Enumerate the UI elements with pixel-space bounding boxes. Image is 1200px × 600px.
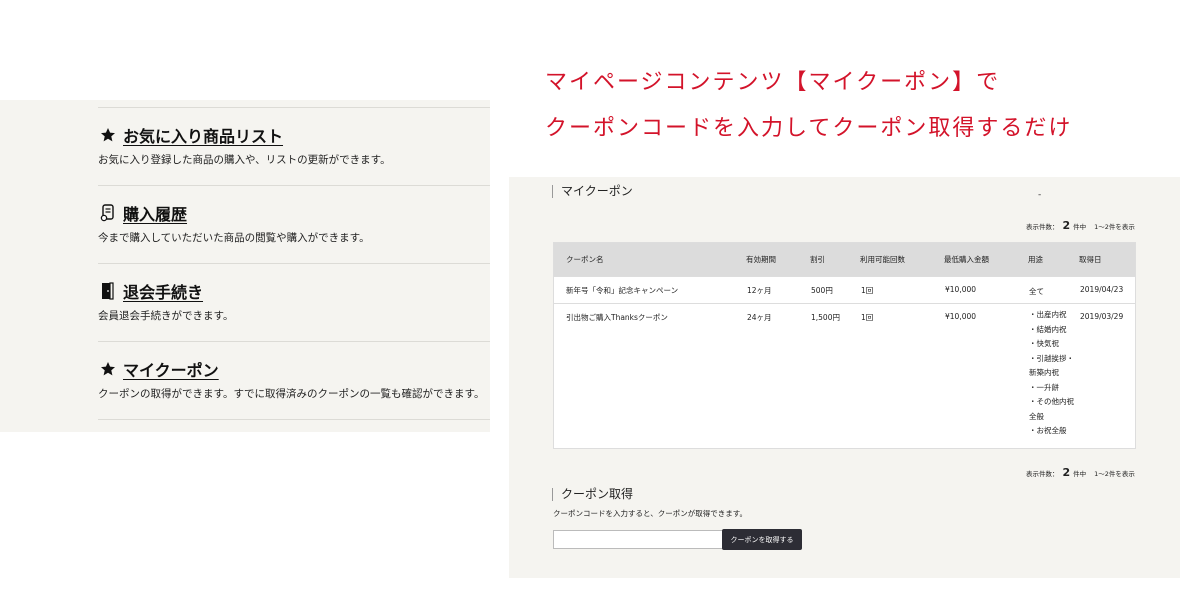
menu-item-desc: 会員退会手続きができます。 — [98, 310, 234, 322]
col-header-discount: 割引 — [810, 242, 860, 277]
coupon-table: クーポン名 有効期間 割引 利用可能回数 最低購入金額 用途 取得日 新年号「令… — [553, 242, 1136, 449]
count-range: 1～2件を表示 — [1094, 470, 1135, 478]
col-header-date: 取得日 — [1079, 242, 1136, 277]
coupon-name: 引出物ご購入Thanksクーポン — [553, 303, 746, 449]
menu-item-my-coupon[interactable]: マイクーポン クーポンの取得ができます。すでに取得済みのクーポンの一覧も確認がで… — [98, 341, 490, 420]
divider — [98, 419, 490, 420]
coupon-usage: ・出産内祝 ・結婚内祝 ・快気祝 ・引越挨拶・ 新築内祝 ・一升餅 ・その他内祝… — [1028, 303, 1079, 449]
star-icon — [98, 359, 118, 379]
result-count-bottom: 表示件数： 2 件中 1～2件を表示 — [1026, 466, 1135, 479]
count-label: 表示件数： — [1026, 223, 1059, 231]
col-header-name: クーポン名 — [553, 242, 746, 277]
table-header-row: クーポン名 有効期間 割引 利用可能回数 最低購入金額 用途 取得日 — [553, 242, 1136, 277]
count-number: 2 — [1062, 219, 1071, 232]
count-suffix: 件中 — [1073, 223, 1087, 231]
menu-item-favorites[interactable]: お気に入り商品リスト お気に入り登録した商品の購入や、リストの更新ができます。 — [98, 107, 490, 186]
usage-item: 全て — [1029, 287, 1044, 296]
col-header-period: 有効期間 — [746, 242, 810, 277]
col-header-min-amount: 最低購入金額 — [944, 242, 1028, 277]
get-coupon-button[interactable]: クーポンを取得する — [722, 529, 802, 550]
coupon-name: 新年号「令和」記念キャンペーン — [553, 276, 746, 304]
receipt-icon — [98, 203, 118, 223]
coupon-acquire-desc: クーポンコードを入力すると、クーポンが取得できます。 — [553, 509, 747, 518]
coupon-discount: 500円 — [810, 276, 860, 304]
usage-item: ・引越挨拶・ — [1029, 353, 1074, 363]
menu-item-purchase-history[interactable]: 購入履歴 今まで購入していただいた商品の閲覧や購入ができます。 — [98, 185, 490, 264]
coupon-date: 2019/04/23 — [1079, 276, 1136, 304]
caption-line-1: マイページコンテンツ【マイクーポン】で — [545, 70, 1001, 95]
menu-item-title[interactable]: お気に入り商品リスト — [123, 123, 283, 147]
caption-line-2: クーポンコードを入力してクーポン取得するだけ — [545, 116, 1073, 141]
star-icon — [98, 125, 118, 145]
door-icon — [98, 281, 118, 301]
count-label: 表示件数： — [1026, 470, 1059, 478]
count-suffix: 件中 — [1073, 470, 1087, 478]
count-number: 2 — [1062, 466, 1071, 479]
coupon-uses: 1回 — [860, 276, 944, 304]
coupon-period: 12ヶ月 — [746, 276, 810, 304]
menu-item-title[interactable]: マイクーポン — [123, 357, 219, 381]
table-row: 引出物ご購入Thanksクーポン 24ヶ月 1,500円 1回 ¥10,000 … — [553, 303, 1136, 449]
usage-item: ・その他内祝 — [1029, 397, 1074, 406]
result-count-top: 表示件数： 2 件中 1～2件を表示 — [1026, 219, 1135, 232]
coupon-period: 24ヶ月 — [746, 303, 810, 449]
coupon-date: 2019/03/29 — [1079, 303, 1136, 449]
menu-item-desc: お気に入り登録した商品の購入や、リストの更新ができます。 — [98, 154, 391, 166]
dash-mark: - — [1038, 190, 1042, 200]
usage-item: ・お祝全般 — [1029, 426, 1067, 435]
usage-item: ・一升餅 — [1029, 382, 1059, 392]
coupon-min-amount: ¥10,000 — [944, 276, 1028, 304]
coupon-min-amount: ¥10,000 — [944, 303, 1028, 449]
coupon-acquire-title: クーポン取得 — [552, 488, 633, 501]
menu-item-desc: クーポンの取得ができます。すでに取得済みのクーポンの一覧も確認ができます。 — [98, 388, 485, 400]
menu-item-title[interactable]: 退会手続き — [123, 279, 203, 303]
my-coupon-title: マイクーポン — [552, 185, 633, 198]
col-header-uses: 利用可能回数 — [860, 242, 944, 277]
count-range: 1～2件を表示 — [1094, 223, 1135, 231]
col-header-usage: 用途 — [1028, 242, 1079, 277]
coupon-uses: 1回 — [860, 303, 944, 449]
usage-item: 新築内祝 — [1029, 368, 1059, 377]
usage-item: ・結婚内祝 — [1029, 324, 1067, 334]
coupon-usage: 全て — [1028, 276, 1079, 304]
usage-item: ・出産内祝 — [1029, 310, 1067, 319]
coupon-code-input[interactable] — [553, 530, 725, 549]
usage-item: ・快気祝 — [1029, 339, 1059, 348]
usage-item: 全般 — [1029, 411, 1044, 421]
menu-item-withdrawal[interactable]: 退会手続き 会員退会手続きができます。 — [98, 263, 490, 342]
menu-item-desc: 今まで購入していただいた商品の閲覧や購入ができます。 — [98, 232, 370, 244]
coupon-discount: 1,500円 — [810, 303, 860, 449]
table-row: 新年号「令和」記念キャンペーン 12ヶ月 500円 1回 ¥10,000 全て … — [553, 276, 1136, 304]
menu-item-title[interactable]: 購入履歴 — [123, 201, 187, 225]
